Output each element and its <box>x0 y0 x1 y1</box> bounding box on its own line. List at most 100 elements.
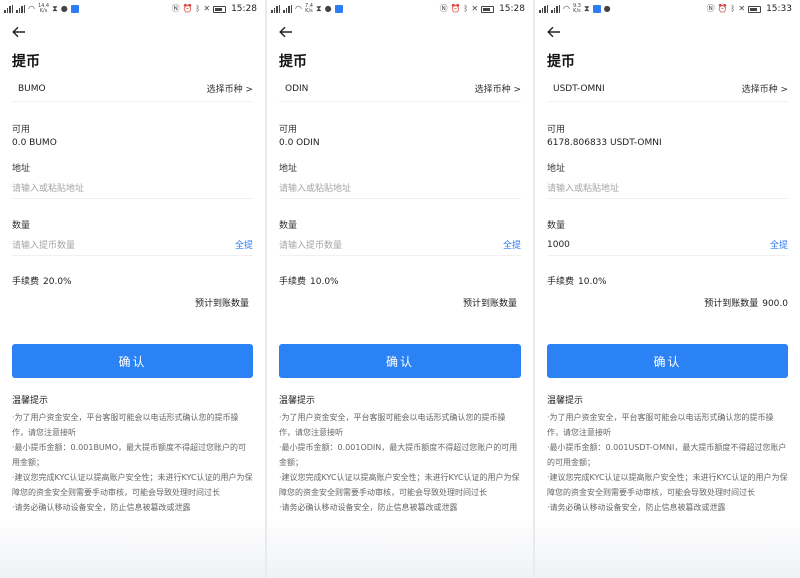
cell-signal-icon <box>539 5 548 13</box>
back-button[interactable] <box>279 26 295 40</box>
address-placeholder: 请输入或粘贴地址 <box>12 184 85 194</box>
arrow-left-icon <box>547 26 560 38</box>
amount-input[interactable]: 1000 全提 <box>547 234 788 256</box>
fee-row: 手续费 10.0% <box>547 274 607 287</box>
app-notification-icon <box>70 5 79 13</box>
mute-icon: ✕ <box>203 4 211 13</box>
arrival-amount: 900.0 <box>762 299 788 309</box>
available-label: 可用 <box>279 125 298 135</box>
available-label: 可用 <box>547 125 566 135</box>
address-input[interactable]: 请输入或粘贴地址 <box>12 177 253 199</box>
arrow-left-icon <box>12 26 25 38</box>
fee-value: 10.0% <box>310 277 339 287</box>
address-input[interactable]: 请输入或粘贴地址 <box>279 177 521 199</box>
withdraw-all-button[interactable]: 全提 <box>770 238 788 251</box>
tip-item: ·最小提币金额：0.001USDT-OMNI，最大提币额度不得超过您账户的可用金… <box>547 443 787 467</box>
available-value: 0.0 BUMO <box>12 138 57 148</box>
tip-item: ·建议您完成KYC认证以提高账户安全性；未进行KYC认证的用户为保障您的资金安全… <box>547 473 788 497</box>
tips-section: 温馨提示 ·为了用户资金安全，平台客服可能会以电话形式确认您的提币操作，请您注意… <box>279 394 521 515</box>
selected-coin: ODIN <box>285 83 309 94</box>
hourglass-icon: ⧗ <box>315 4 322 13</box>
bluetooth-icon: ᛒ <box>195 4 201 13</box>
nfc-icon: Ⓝ <box>706 4 715 13</box>
confirm-button[interactable]: 确认 <box>12 344 253 378</box>
bottom-fade <box>0 518 265 578</box>
address-placeholder: 请输入或粘贴地址 <box>547 184 620 194</box>
tip-item: ·请务必确认移动设备安全，防止信息被篡改或泄露 <box>547 503 726 512</box>
tip-item: ·为了用户资金安全，平台客服可能会以电话形式确认您的提币操作，请您注意接听 <box>12 413 239 437</box>
amount-label: 数量 <box>12 221 31 231</box>
bottom-fade <box>267 518 533 578</box>
page-title: 提币 <box>12 54 40 70</box>
amount-label: 数量 <box>547 221 566 231</box>
chat-icon: ● <box>324 4 332 13</box>
alarm-icon: ⏰ <box>182 4 193 13</box>
coin-selector-row[interactable]: ODIN 选择币种 > <box>279 76 521 102</box>
tip-item: ·建议您完成KYC认证以提高账户安全性；未进行KYC认证的用户为保障您的资金安全… <box>12 473 253 497</box>
arrival-row: 预计到账数量 900.0 <box>704 296 788 309</box>
tips-title: 温馨提示 <box>12 396 49 406</box>
bluetooth-icon: ᛒ <box>730 4 736 13</box>
amount-placeholder: 请输入提币数量 <box>12 241 76 251</box>
status-bar: ◠ 7.4 K/s ⧗ ● Ⓝ ⏰ ᛒ ✕ 15:28 <box>267 0 533 18</box>
amount-input[interactable]: 请输入提币数量 全提 <box>12 234 253 256</box>
three-screens: ◠ 14.4 K/s ⧗ ● Ⓝ ⏰ ᛒ ✕ 15:28 提币 BUMO 选择币种… <box>0 0 800 578</box>
page-title: 提币 <box>279 54 307 70</box>
address-label: 地址 <box>279 164 298 174</box>
network-speed: 9.3 K/s <box>572 3 581 14</box>
fee-value: 10.0% <box>578 277 607 287</box>
back-button[interactable] <box>12 26 28 40</box>
amount-label: 数量 <box>279 221 298 231</box>
back-button[interactable] <box>547 26 563 40</box>
fee-label: 手续费 <box>279 277 307 287</box>
bluetooth-icon: ᛒ <box>463 4 469 13</box>
withdraw-all-button[interactable]: 全提 <box>235 238 253 251</box>
network-speed: 7.4 K/s <box>304 3 313 14</box>
arrow-left-icon <box>279 26 292 38</box>
arrival-row: 预计到账数量 <box>463 296 521 309</box>
amount-value: 1000 <box>547 239 570 250</box>
confirm-button[interactable]: 确认 <box>547 344 788 378</box>
page-title: 提币 <box>547 54 575 70</box>
hourglass-icon: ⧗ <box>583 4 590 13</box>
status-bar: ◠ 9.3 K/s ⧗ ● Ⓝ ⏰ ᛒ ✕ 15:33 <box>535 0 800 18</box>
alarm-icon: ⏰ <box>450 4 461 13</box>
fee-row: 手续费 20.0% <box>12 274 72 287</box>
arrival-label: 预计到账数量 <box>462 299 517 309</box>
mute-icon: ✕ <box>738 4 746 13</box>
tip-item: ·为了用户资金安全，平台客服可能会以电话形式确认您的提币操作，请您注意接听 <box>279 413 506 437</box>
nfc-icon: Ⓝ <box>439 4 448 13</box>
arrival-label: 预计到账数量 <box>704 299 759 309</box>
coin-selector-row[interactable]: BUMO 选择币种 > <box>12 76 253 102</box>
arrival-label: 预计到账数量 <box>194 299 249 309</box>
select-coin-link[interactable]: 选择币种 > <box>475 82 521 95</box>
amount-input[interactable]: 请输入提币数量 全提 <box>279 234 521 256</box>
coin-selector-row[interactable]: USDT-OMNI 选择币种 > <box>547 76 788 102</box>
amount-placeholder: 请输入提币数量 <box>279 241 343 251</box>
select-coin-link[interactable]: 选择币种 > <box>742 82 788 95</box>
clock: 15:28 <box>231 4 257 14</box>
battery-icon <box>748 5 762 13</box>
chat-icon: ● <box>60 4 68 13</box>
tips-title: 温馨提示 <box>547 396 584 406</box>
cell-signal-2-icon <box>283 5 292 13</box>
cell-signal-2-icon <box>16 5 25 13</box>
withdraw-screen-2: ◠ 7.4 K/s ⧗ ● Ⓝ ⏰ ᛒ ✕ 15:28 提币 ODIN 选择币种 … <box>267 0 533 578</box>
battery-icon <box>481 5 495 13</box>
wifi-icon: ◠ <box>28 4 35 13</box>
tip-item: ·请务必确认移动设备安全，防止信息被篡改或泄露 <box>279 503 458 512</box>
selected-coin: BUMO <box>18 83 46 94</box>
app-notification-icon <box>592 5 601 13</box>
select-coin-link[interactable]: 选择币种 > <box>207 82 253 95</box>
fee-row: 手续费 10.0% <box>279 274 339 287</box>
confirm-button[interactable]: 确认 <box>279 344 521 378</box>
fee-label: 手续费 <box>547 277 575 287</box>
status-bar: ◠ 14.4 K/s ⧗ ● Ⓝ ⏰ ᛒ ✕ 15:28 <box>0 0 265 18</box>
address-input[interactable]: 请输入或粘贴地址 <box>547 177 788 199</box>
tip-item: ·最小提币金额：0.001BUMO，最大提币额度不得超过您账户的可用金额； <box>12 443 246 467</box>
withdraw-all-button[interactable]: 全提 <box>503 238 521 251</box>
address-label: 地址 <box>547 164 566 174</box>
available-label: 可用 <box>12 125 31 135</box>
cell-signal-icon <box>4 5 13 13</box>
network-speed: 14.4 K/s <box>37 3 50 14</box>
